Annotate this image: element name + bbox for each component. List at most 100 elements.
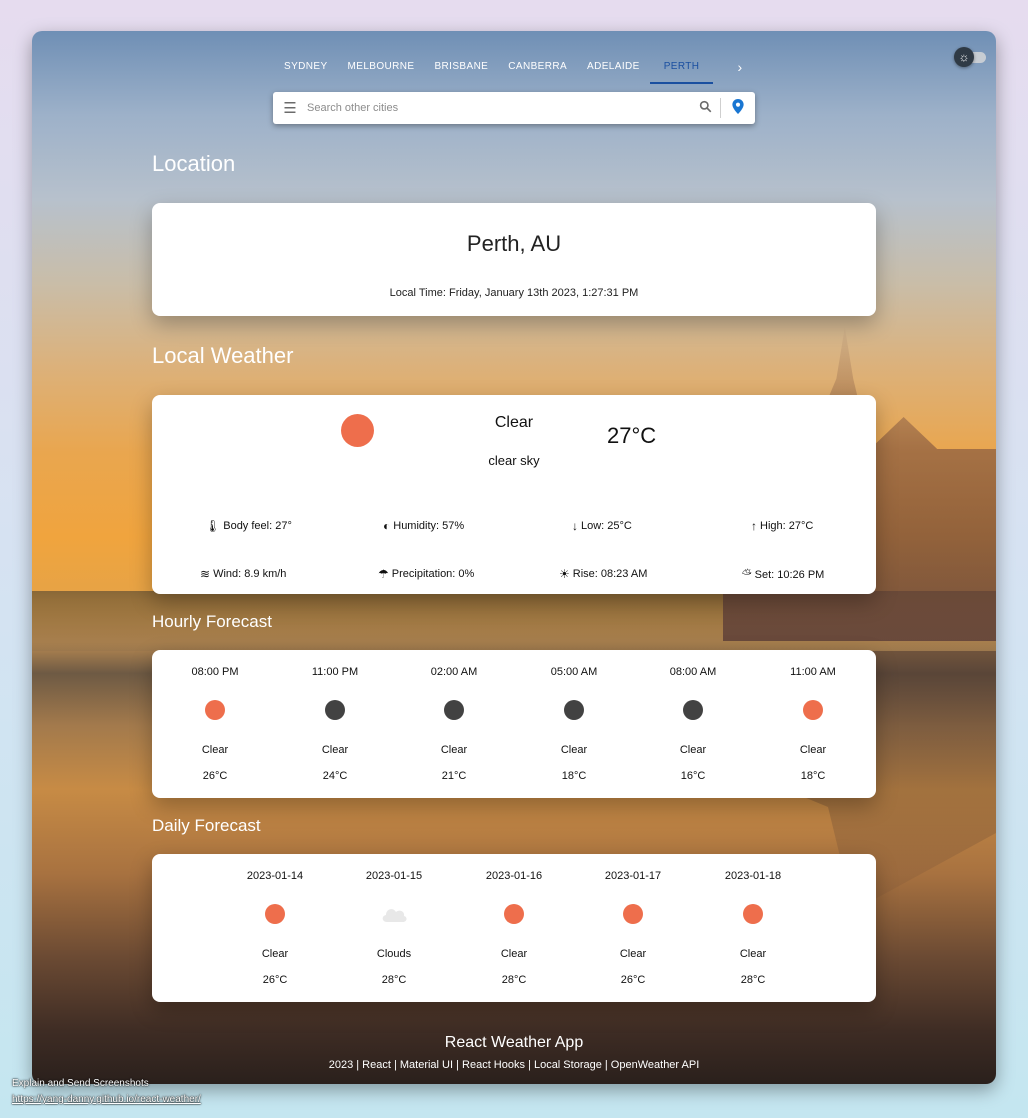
- forecast-time: 08:00 PM: [191, 666, 239, 678]
- daily-forecast-heading: Daily Forecast: [152, 816, 261, 835]
- forecast-temp: 26°C: [202, 770, 228, 782]
- search-icon[interactable]: [690, 100, 720, 116]
- city-tabs: SYDNEY MELBOURNE BRISBANE CANBERRA ADELA…: [274, 57, 750, 85]
- sun-icon: [623, 904, 643, 924]
- forecast-temp: 18°C: [561, 770, 587, 782]
- forecast-date: 2023-01-18: [724, 870, 782, 882]
- local-weather-heading: Local Weather: [152, 343, 294, 368]
- arrow-up-icon: ↑: [751, 519, 757, 533]
- forecast-condition: Clear: [799, 744, 827, 756]
- forecast-date: 2023-01-16: [485, 870, 543, 882]
- hourly-forecast-card: 08:00 PM Clear 26°C 11:00 PM Clear 24°C …: [152, 650, 876, 798]
- tab-canberra[interactable]: CANBERRA: [498, 57, 577, 84]
- forecast-date: 2023-01-15: [365, 870, 423, 882]
- caption-text: Explain and Send Screenshots: [12, 1078, 149, 1089]
- menu-icon[interactable]: ☰: [273, 99, 307, 117]
- wind-icon: ≋: [200, 567, 211, 581]
- stat-low-text: Low: 25°C: [581, 520, 632, 532]
- humidity-icon: ◐: [383, 519, 391, 533]
- forecast-condition: Clear: [201, 744, 229, 756]
- sunset-icon: ⛅︎: [742, 567, 752, 581]
- sunrise-icon: ☀︎: [559, 567, 570, 581]
- forecast-time: 11:00 PM: [311, 666, 359, 678]
- stat-body-feel-text: Body feel: 27°: [223, 520, 292, 532]
- forecast-condition: Clear: [500, 948, 528, 960]
- forecast-temp: 26°C: [262, 974, 288, 986]
- stat-high-text: High: 27°C: [760, 520, 814, 532]
- stat-wind-text: Wind: 8.9 km/h: [213, 568, 287, 580]
- tab-melbourne[interactable]: MELBOURNE: [338, 57, 425, 84]
- tab-perth[interactable]: PERTH: [649, 57, 714, 84]
- sun-icon: [205, 700, 225, 720]
- tab-sydney[interactable]: SYDNEY: [274, 57, 338, 84]
- city-name: Perth, AU: [466, 231, 562, 256]
- local-time: Local Time: Friday, January 13th 2023, 1…: [389, 287, 639, 299]
- forecast-condition: Clouds: [376, 948, 412, 960]
- stat-sunrise-text: Rise: 08:23 AM: [572, 568, 648, 580]
- forecast-condition: Clear: [321, 744, 349, 756]
- forecast-time: 02:00 AM: [430, 666, 478, 678]
- umbrella-icon: ☂︎: [378, 567, 389, 581]
- stat-sunset: ⛅︎ Set: 10:26 PM: [742, 567, 824, 582]
- tab-adelaide[interactable]: ADELAIDE: [577, 57, 650, 84]
- arrow-down-icon: ↓: [572, 519, 578, 533]
- forecast-time: 08:00 AM: [669, 666, 717, 678]
- hourly-forecast-heading: Hourly Forecast: [152, 612, 272, 631]
- stat-body-feel: 🌡︎ Body feel: 27°: [205, 519, 292, 533]
- caption-url-link[interactable]: https://yang-danny.github.io/react-weath…: [12, 1094, 201, 1105]
- location-card: Perth, AU Local Time: Friday, January 13…: [152, 203, 876, 316]
- weather-main: Clear: [494, 414, 534, 431]
- footer-title: React Weather App: [444, 1034, 584, 1051]
- tabs-scroll-right-icon[interactable]: ›: [729, 57, 750, 77]
- current-temperature: 27°C: [607, 423, 657, 448]
- forecast-temp: 28°C: [381, 974, 407, 986]
- sun-icon: [504, 904, 524, 924]
- current-weather-card: Clear clear sky 27°C 🌡︎ Body feel: 27° ◐…: [152, 395, 876, 594]
- stat-precipitation: ☂︎ Precipitation: 0%: [378, 567, 474, 581]
- forecast-temp: 18°C: [800, 770, 826, 782]
- forecast-temp: 21°C: [441, 770, 467, 782]
- forecast-condition: Clear: [679, 744, 707, 756]
- forecast-condition: Clear: [440, 744, 468, 756]
- forecast-condition: Clear: [560, 744, 588, 756]
- location-pin-icon[interactable]: [721, 98, 755, 118]
- forecast-temp: 26°C: [620, 974, 646, 986]
- app-window: SYDNEY MELBOURNE BRISBANE CANBERRA ADELA…: [32, 31, 996, 1084]
- cloud-icon: [380, 904, 408, 924]
- moon-icon: [564, 700, 584, 720]
- forecast-time: 11:00 AM: [790, 666, 836, 678]
- stat-sunset-text: Set: 10:26 PM: [754, 568, 825, 581]
- forecast-temp: 28°C: [501, 974, 527, 986]
- thermometer-icon: 🌡︎: [205, 519, 221, 533]
- forecast-temp: 24°C: [322, 770, 348, 782]
- stat-sunrise: ☀︎ Rise: 08:23 AM: [559, 567, 647, 581]
- forecast-time: 05:00 AM: [550, 666, 598, 678]
- forecast-date: 2023-01-17: [604, 870, 662, 882]
- forecast-date: 2023-01-14: [246, 870, 304, 882]
- forecast-temp: 16°C: [680, 770, 706, 782]
- sun-icon: [803, 700, 823, 720]
- forecast-condition: Clear: [619, 948, 647, 960]
- sun-icon: [743, 904, 763, 924]
- sun-icon: [265, 904, 285, 924]
- search-bar: ☰: [273, 92, 755, 124]
- forecast-condition: Clear: [261, 948, 289, 960]
- location-heading: Location: [152, 151, 236, 176]
- stat-precipitation-text: Precipitation: 0%: [391, 568, 475, 580]
- stat-humidity-text: Humidity: 57%: [393, 520, 465, 532]
- sun-icon: [341, 414, 374, 447]
- stat-humidity: ◐ Humidity: 57%: [383, 519, 464, 533]
- sun-mode-icon: ☼: [954, 47, 974, 67]
- forecast-condition: Clear: [739, 948, 767, 960]
- moon-icon: [444, 700, 464, 720]
- stat-wind: ≋ Wind: 8.9 km/h: [200, 567, 286, 581]
- footer-links: 2023 | React | Material UI | React Hooks…: [328, 1059, 700, 1071]
- moon-icon: [683, 700, 703, 720]
- daily-forecast-card: 2023-01-14 Clear 26°C 2023-01-15 Clouds …: [152, 854, 876, 1002]
- moon-icon: [325, 700, 345, 720]
- theme-toggle[interactable]: ☼: [954, 47, 988, 67]
- tab-brisbane[interactable]: BRISBANE: [424, 57, 498, 84]
- stat-high: ↑ High: 27°C: [751, 519, 813, 533]
- weather-description: clear sky: [488, 453, 540, 468]
- search-input[interactable]: [307, 102, 690, 114]
